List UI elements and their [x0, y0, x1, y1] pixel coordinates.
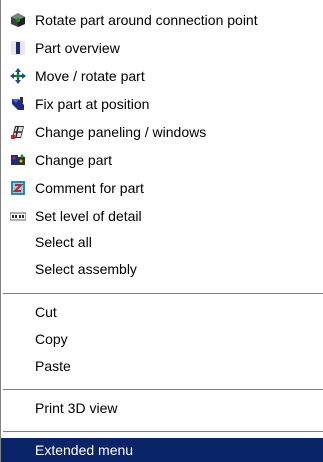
menu-item-rotate-part[interactable]: Rotate part around connection point	[1, 8, 323, 32]
paneling-icon	[10, 124, 26, 140]
menu-separator	[3, 431, 323, 433]
menu-item-label: Print 3D view	[35, 400, 118, 416]
menu-item-copy[interactable]: Copy	[1, 327, 323, 351]
menu-item-label: Change part	[35, 152, 113, 168]
level-of-detail-icon	[10, 208, 26, 224]
menu-item-label: Copy	[35, 331, 68, 347]
move-rotate-icon	[10, 68, 26, 84]
menu-item-change-part[interactable]: Change part	[1, 148, 323, 172]
comment-icon	[10, 180, 26, 196]
menu-item-paste[interactable]: Paste	[1, 354, 323, 378]
menu-item-label: Move / rotate part	[35, 68, 145, 84]
menu-item-change-paneling[interactable]: Change paneling / windows	[1, 120, 323, 144]
menu-item-cut[interactable]: Cut	[1, 300, 323, 324]
menu-item-select-all[interactable]: Select all	[1, 230, 323, 254]
context-menu: Rotate part around connection point Part…	[0, 0, 323, 462]
fix-part-icon	[10, 96, 26, 112]
menu-item-label: Fix part at position	[35, 96, 150, 112]
menu-item-extended-menu[interactable]: Extended menu	[1, 438, 323, 462]
menu-item-label: Comment for part	[35, 180, 144, 196]
menu-item-label: Select assembly	[35, 261, 137, 277]
menu-separator	[3, 389, 323, 391]
menu-item-set-level-of-detail[interactable]: Set level of detail	[1, 204, 323, 228]
menu-item-part-overview[interactable]: Part overview	[1, 36, 323, 60]
menu-item-move-rotate-part[interactable]: Move / rotate part	[1, 64, 323, 88]
menu-separator	[3, 293, 323, 295]
menu-item-label: Change paneling / windows	[35, 124, 207, 140]
menu-item-label: Set level of detail	[35, 208, 142, 224]
menu-item-select-assembly[interactable]: Select assembly	[1, 257, 323, 281]
rotate-part-icon	[10, 12, 26, 28]
menu-item-print-3d-view[interactable]: Print 3D view	[1, 396, 323, 420]
menu-item-label: Cut	[35, 304, 57, 320]
menu-item-fix-part[interactable]: Fix part at position	[1, 92, 323, 116]
part-overview-icon	[10, 40, 26, 56]
menu-item-label: Paste	[35, 358, 71, 374]
menu-item-label: Part overview	[35, 40, 120, 56]
menu-item-label: Extended menu	[35, 442, 134, 458]
menu-item-label: Select all	[35, 234, 92, 250]
menu-item-comment-for-part[interactable]: Comment for part	[1, 176, 323, 200]
menu-item-label: Rotate part around connection point	[35, 12, 258, 28]
change-part-icon	[10, 152, 26, 168]
